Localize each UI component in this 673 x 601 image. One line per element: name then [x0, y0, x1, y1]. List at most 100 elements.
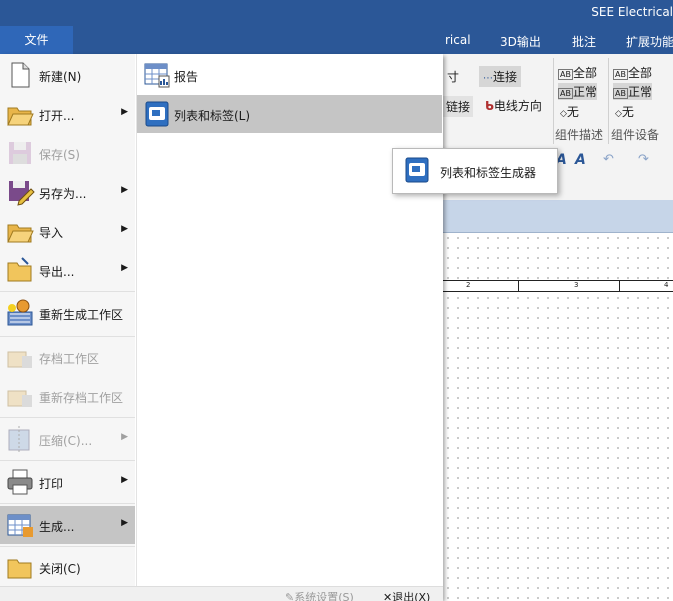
- menu-item-compress[interactable]: 压缩(C)... ▶: [0, 420, 135, 458]
- menu-item-rearchive-workspace[interactable]: 重新存档工作区: [0, 377, 135, 415]
- tab-annotate[interactable]: 批注: [572, 33, 596, 50]
- text-ab-icon: AB: [558, 88, 573, 99]
- submenu-item-list-and-labels[interactable]: 列表和标签(L): [137, 95, 442, 133]
- compress-icon: [8, 426, 30, 452]
- comp-device-none[interactable]: ◇无: [615, 103, 634, 120]
- chevron-right-icon: ▶: [121, 518, 128, 528]
- menu-item-label: 另存为...: [39, 187, 87, 201]
- list-label-icon: [145, 101, 169, 127]
- menu-item-archive-workspace[interactable]: 存档工作区: [0, 338, 135, 376]
- comp-desc-normal[interactable]: AB 正常: [558, 83, 597, 100]
- menu-item-generate[interactable]: 生成... ▶: [0, 506, 135, 544]
- menu-item-label: 打开...: [39, 109, 75, 123]
- comp-desc-normal-label: 正常: [572, 85, 597, 99]
- archive-workspace-icon: [7, 351, 32, 368]
- menu-item-label: 打印: [39, 477, 64, 491]
- chevron-right-icon: ▶: [121, 263, 128, 273]
- system-settings-button[interactable]: ✎系统设置(S): [285, 589, 354, 601]
- chevron-right-icon: ▶: [121, 432, 128, 442]
- tab-rical[interactable]: rical: [445, 33, 471, 47]
- sheet-ruler: 2 3 4: [443, 280, 673, 292]
- menu-item-label: 压缩(C)...: [39, 434, 93, 448]
- eraser-icon: ◇: [560, 109, 567, 119]
- font-color-a-icon[interactable]: A: [575, 152, 586, 168]
- open-folder-icon: [7, 107, 34, 126]
- menu-item-label: 导出...: [39, 265, 75, 279]
- link-button[interactable]: 链接: [443, 96, 474, 117]
- comp-device-normal-label: 正常: [627, 85, 652, 99]
- menu-item-label: 导入: [39, 226, 64, 240]
- menu-item-close[interactable]: 关闭(C): [0, 548, 135, 586]
- menu-item-new[interactable]: 新建(N): [0, 56, 135, 94]
- menu-item-regenerate-workspace[interactable]: 重新生成工作区: [0, 294, 135, 332]
- title-bar: SEE Electrical: [0, 0, 673, 26]
- report-icon: [144, 63, 170, 88]
- redo-icon[interactable]: ↷: [638, 152, 649, 167]
- regenerate-workspace-icon: [7, 299, 33, 326]
- ribbon-separator: [608, 58, 609, 144]
- undo-icon[interactable]: ↶: [603, 152, 614, 167]
- file-menu: 新建(N) 打开... ▶ 保存(S) 另存为... ▶ 导入 ▶ 导出... …: [0, 54, 443, 601]
- window-title: SEE Electrical: [591, 5, 673, 19]
- wire-direction-button[interactable]: ᑲ电线方向: [485, 97, 542, 114]
- menu-item-open[interactable]: 打开... ▶: [0, 95, 135, 133]
- comp-device-group-label: 组件设备: [611, 128, 660, 142]
- menu-separator: [0, 336, 135, 337]
- comp-desc-none-label: 无: [566, 105, 579, 119]
- comp-device-all-label: 全部: [627, 66, 652, 80]
- comp-device-normal[interactable]: AB 正常: [613, 83, 652, 100]
- menu-separator: [0, 546, 135, 547]
- menu-separator: [0, 503, 135, 504]
- menu-item-label: 重新生成工作区: [39, 308, 124, 322]
- menu-item-export[interactable]: 导出... ▶: [0, 251, 135, 289]
- comp-desc-none[interactable]: ◇无: [560, 103, 579, 120]
- wire-direction-label: 电线方向: [493, 99, 542, 113]
- chevron-right-icon: ▶: [121, 107, 128, 117]
- ribbon-separator: [553, 58, 554, 144]
- tab-3d-output[interactable]: 3D输出: [500, 33, 541, 50]
- submenu-item-report[interactable]: 报告: [137, 56, 442, 94]
- menu-separator: [0, 417, 135, 418]
- text-ab-icon: AB: [613, 88, 628, 99]
- generate-submenu: 报告 列表和标签(L): [136, 54, 442, 586]
- chevron-right-icon: ▶: [121, 475, 128, 485]
- submenu-item-label: 报告: [174, 70, 199, 84]
- connect-icon: ⋯: [483, 73, 493, 84]
- generate-table-icon: [7, 514, 33, 537]
- ruler-tick: [518, 281, 519, 291]
- menu-item-label: 关闭(C): [39, 562, 81, 576]
- menu-item-label: 生成...: [39, 520, 75, 534]
- chevron-right-icon: ▶: [121, 224, 128, 234]
- menu-item-label: 存档工作区: [39, 352, 100, 366]
- menu-item-save[interactable]: 保存(S): [0, 134, 135, 172]
- document-tab-strip: [443, 200, 673, 233]
- chevron-right-icon: ▶: [121, 185, 128, 195]
- export-folder-icon: [7, 257, 32, 282]
- eraser-icon: ◇: [615, 109, 622, 119]
- menu-item-print[interactable]: 打印 ▶: [0, 463, 135, 501]
- text-ab-icon: AB: [613, 69, 628, 80]
- menu-separator: [0, 291, 135, 292]
- comp-device-all[interactable]: AB 全部: [613, 64, 652, 81]
- comp-desc-all-label: 全部: [572, 66, 597, 80]
- comp-device-none-label: 无: [621, 105, 634, 119]
- ruler-label: 3: [574, 281, 579, 289]
- connect-label: 连接: [493, 70, 518, 84]
- list-label-generator-item[interactable]: 列表和标签生成器: [440, 164, 536, 181]
- menu-item-save-as[interactable]: 另存为... ▶: [0, 173, 135, 211]
- close-folder-icon: [7, 559, 32, 579]
- comp-desc-all[interactable]: AB 全部: [558, 64, 597, 81]
- rearchive-workspace-icon: [7, 390, 32, 407]
- tab-extensions[interactable]: 扩展功能: [626, 33, 673, 50]
- file-menu-footer: ✎系统设置(S) ✕退出(X): [0, 586, 443, 601]
- import-folder-icon: [7, 224, 34, 243]
- menu-item-label: 保存(S): [39, 148, 80, 162]
- menu-item-import[interactable]: 导入 ▶: [0, 212, 135, 250]
- menu-item-label: 重新存档工作区: [39, 391, 124, 405]
- file-menu-commands: 新建(N) 打开... ▶ 保存(S) 另存为... ▶ 导入 ▶ 导出... …: [0, 54, 135, 586]
- exit-button[interactable]: ✕退出(X): [383, 589, 430, 601]
- size-button-partial[interactable]: 寸: [447, 68, 459, 85]
- comp-desc-group-label: 组件描述: [555, 128, 604, 142]
- file-tab[interactable]: 文件: [0, 26, 73, 54]
- connect-button[interactable]: ⋯连接: [479, 66, 522, 87]
